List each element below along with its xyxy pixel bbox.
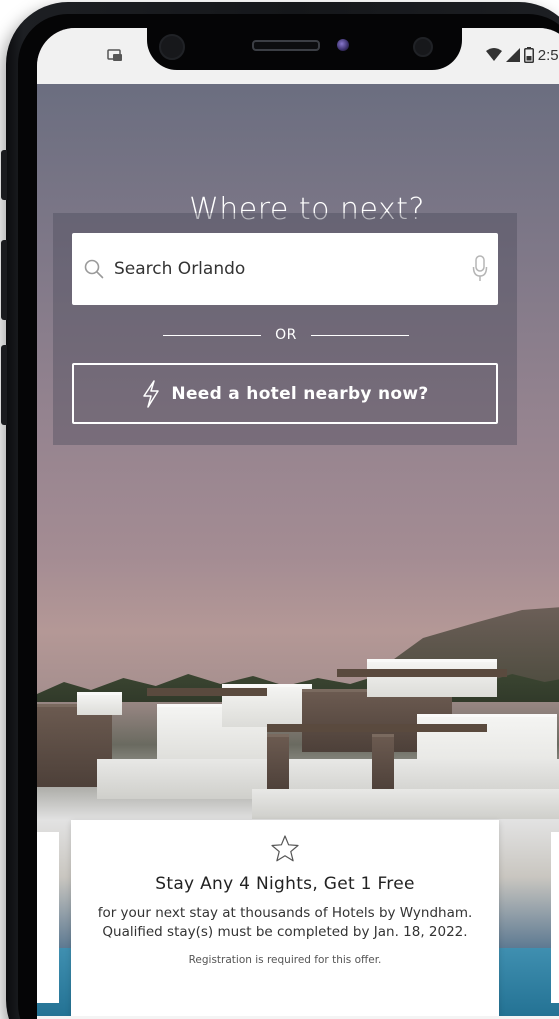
app-screen: 2:52 — [37, 28, 559, 1019]
wifi-icon — [485, 48, 502, 61]
offer-registration-note: Registration is required for this offer. — [188, 954, 382, 966]
hotel-building — [367, 659, 497, 697]
previous-offer-card[interactable] — [37, 832, 59, 1003]
next-offer-card[interactable] — [551, 832, 559, 1003]
battery-icon — [523, 47, 534, 63]
search-input[interactable]: Search Orlando — [72, 233, 498, 305]
terrace-wall — [252, 789, 559, 819]
or-divider: OR — [163, 327, 409, 343]
offer-description: for your next stay at thousands of Hotel… — [97, 905, 473, 940]
stone-pillar — [372, 734, 394, 792]
phone-volume-down-button — [1, 345, 7, 425]
stone-pillar — [267, 734, 289, 792]
hotel-nearby-label: Need a hotel nearby now? — [171, 383, 429, 404]
search-panel: Search Orlando OR Need a hotel nearby no… — [53, 213, 517, 445]
lightning-bolt-icon — [143, 379, 160, 408]
hero-background-image: Where to next? Search Orlando OR Need a … — [37, 84, 559, 1019]
phone-volume-up-button — [1, 240, 7, 320]
status-icons: 2:52 — [485, 44, 559, 66]
star-outline-icon[interactable] — [270, 834, 300, 864]
or-label: OR — [275, 327, 297, 343]
front-camera — [159, 34, 185, 60]
status-time: 2:52 — [537, 46, 559, 64]
offer-card[interactable]: Stay Any 4 Nights, Get 1 Free for your n… — [71, 820, 499, 1016]
search-placeholder: Search Orlando — [114, 259, 246, 279]
pergola — [337, 669, 507, 677]
camera-notch — [147, 28, 462, 70]
device-mockup: 2:52 — [0, 0, 559, 1019]
divider-line — [163, 334, 262, 336]
pergola — [267, 724, 487, 732]
mic-icon[interactable] — [472, 255, 488, 283]
hotel-nearby-button[interactable]: Need a hotel nearby now? — [72, 363, 498, 424]
pergola — [147, 688, 267, 696]
earpiece-speaker — [252, 40, 320, 51]
divider-line — [310, 334, 409, 336]
notification-icon — [107, 49, 122, 61]
sensor-lens — [337, 39, 349, 51]
signal-icon — [505, 48, 520, 62]
search-icon — [84, 259, 104, 279]
proximity-sensor — [413, 37, 433, 57]
offer-title: Stay Any 4 Nights, Get 1 Free — [155, 874, 415, 894]
phone-side-button — [1, 150, 7, 200]
hotel-building — [77, 692, 122, 715]
